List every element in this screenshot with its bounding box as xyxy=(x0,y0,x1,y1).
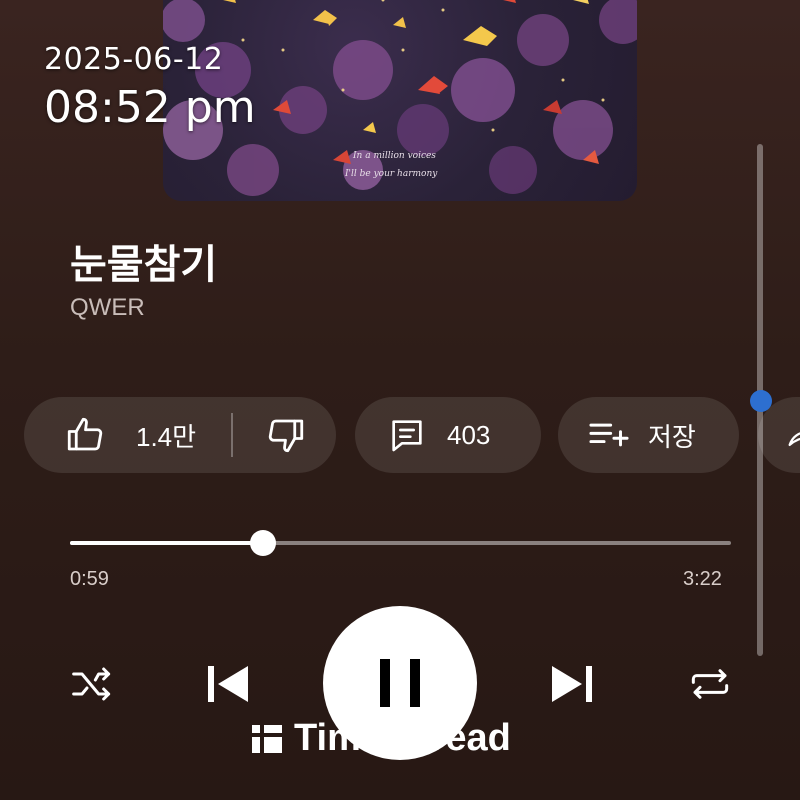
next-button[interactable] xyxy=(540,654,604,714)
pause-icon xyxy=(376,655,424,711)
time-text: 08:52 pm xyxy=(44,82,256,133)
watermark-text: TimeSpread xyxy=(294,716,511,759)
comments-button[interactable]: 403 xyxy=(355,397,541,473)
elapsed-time: 0:59 xyxy=(70,568,109,590)
shuffle-icon xyxy=(68,664,116,704)
comment-icon xyxy=(387,415,427,455)
repeat-icon xyxy=(686,664,734,704)
like-button[interactable]: 1.4만 xyxy=(64,397,234,473)
like-dislike-pill: 1.4만 xyxy=(24,397,336,473)
save-label: 저장 xyxy=(648,421,696,452)
progress-fill xyxy=(70,541,263,545)
progress-bar[interactable] xyxy=(70,530,731,556)
scroll-indicator[interactable] xyxy=(750,390,772,412)
thumbs-down-icon xyxy=(265,414,307,456)
like-count: 1.4만 xyxy=(136,421,197,452)
skip-previous-icon xyxy=(204,662,252,706)
previous-button[interactable] xyxy=(196,654,260,714)
skip-next-icon xyxy=(548,662,596,706)
album-art-script-2: I'll be your harmony xyxy=(344,169,438,179)
comment-count: 403 xyxy=(447,419,491,450)
thumbs-up-icon xyxy=(64,414,106,456)
playlist-add-icon xyxy=(586,415,632,455)
song-title: 눈물참기 xyxy=(70,242,218,288)
watermark-logo-icon xyxy=(250,721,284,755)
artist-name[interactable]: QWER xyxy=(70,294,145,322)
date-text: 2025-06-12 xyxy=(44,42,224,77)
album-art-script-1: In a million voices xyxy=(352,151,436,161)
save-button[interactable]: 저장 xyxy=(558,397,739,473)
timestamp-overlay: 2025-06-12 08:52 pm xyxy=(44,40,256,134)
dislike-button[interactable] xyxy=(256,397,316,473)
total-time: 3:22 xyxy=(683,568,722,590)
like-divider xyxy=(231,413,233,457)
shuffle-button[interactable] xyxy=(62,656,122,712)
share-icon xyxy=(784,418,800,452)
repeat-button[interactable] xyxy=(680,656,740,712)
watermark: TimeSpread xyxy=(250,715,511,761)
progress-thumb[interactable] xyxy=(250,530,276,556)
